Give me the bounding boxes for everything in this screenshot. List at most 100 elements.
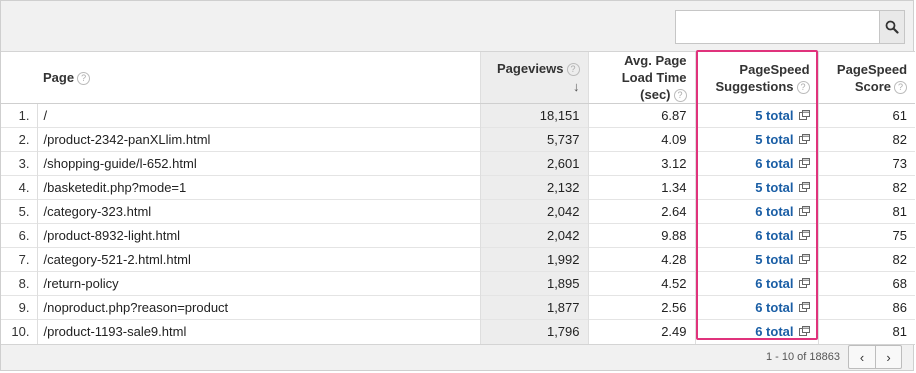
data-table: Page? Pageviews? ↓ Avg. Page Load Time (… [1,52,916,344]
row-index: 9. [1,295,37,320]
search-input[interactable] [675,10,879,44]
load-time-cell: 2.64 [587,199,696,224]
search-icon [885,20,899,34]
previous-page-button[interactable]: ‹ [849,346,875,368]
column-header-page[interactable]: Page? [1,52,481,104]
row-index: 2. [1,127,37,152]
help-icon[interactable]: ? [566,63,580,77]
data-table-container: Page? Pageviews? ↓ Avg. Page Load Time (… [1,51,916,345]
table-row: 2./product-2342-panXLlim.html 5,737 4.09 5 … [1,127,916,152]
table-row: 7./category-521-2.html.html 1,992 4.28 5 to… [1,247,916,272]
pageviews-cell: 2,132 [479,175,589,200]
load-time-cell: 9.88 [587,223,696,248]
page-link[interactable]: /product-2342-panXLlim.html [36,127,481,152]
suggestions-link[interactable]: 5 total [755,132,793,147]
suggestions-link[interactable]: 5 total [755,252,793,267]
suggestions-link[interactable]: 5 total [755,108,793,123]
help-icon[interactable]: ? [894,80,908,94]
pageviews-cell: 2,042 [479,223,589,248]
pageviews-cell: 1,877 [479,295,589,320]
table-row: 5./category-323.html 2,042 2.64 6 total 81 [1,199,916,224]
load-time-cell: 2.56 [587,295,696,320]
suggestions-link[interactable]: 6 total [755,300,793,315]
report-frame: Page? Pageviews? ↓ Avg. Page Load Time (… [0,0,916,371]
suggestions-cell: 6 total [694,199,819,224]
external-link-icon[interactable] [798,301,810,312]
load-time-cell: 2.49 [587,319,696,344]
next-page-button[interactable]: › [875,346,901,368]
suggestions-link[interactable]: 5 total [755,180,793,195]
external-link-icon[interactable] [798,325,810,336]
external-link-icon[interactable] [798,229,810,240]
suggestions-cell: 5 total [694,103,819,128]
score-cell: 82 [817,127,916,152]
page-link[interactable]: /return-policy [36,271,481,296]
score-cell: 86 [817,295,916,320]
column-header-suggestions[interactable]: PageSpeed Suggestions? [694,52,819,104]
external-link-icon[interactable] [798,277,810,288]
score-cell: 68 [817,271,916,296]
suggestions-link[interactable]: 6 total [755,228,793,243]
load-time-cell: 4.52 [587,271,696,296]
table-row: 9./noproduct.php?reason=product 1,877 2.56… [1,295,916,320]
page-link[interactable]: /product-1193-sale9.html [36,319,481,344]
pageviews-cell: 18,151 [479,103,589,128]
score-cell: 75 [817,223,916,248]
score-cell: 82 [817,247,916,272]
page-link[interactable]: /product-8932-light.html [36,223,481,248]
table-row: 10./product-1193-sale9.html 1,796 2.49 6 to… [1,319,916,344]
row-index: 7. [1,247,37,272]
table-row: 3./shopping-guide/l-652.html 2,601 3.12 6 t… [1,151,916,176]
row-index: 6. [1,223,37,248]
search-button[interactable] [879,10,905,44]
score-cell: 81 [817,319,916,344]
column-header-pageviews[interactable]: Pageviews? ↓ [479,52,589,104]
page-link[interactable]: /noproduct.php?reason=product [36,295,481,320]
column-header-load-time[interactable]: Avg. Page Load Time (sec)? [587,52,696,104]
load-time-cell: 6.87 [587,103,696,128]
suggestions-link[interactable]: 6 total [755,156,793,171]
row-index: 3. [1,151,37,176]
external-link-icon[interactable] [798,181,810,192]
row-index: 8. [1,271,37,296]
page-link[interactable]: /category-521-2.html.html [36,247,481,272]
column-header-label: PageSpeed Suggestions [715,61,810,94]
row-index: 5. [1,199,37,224]
load-time-cell: 3.12 [587,151,696,176]
external-link-icon[interactable] [798,157,810,168]
external-link-icon[interactable] [798,109,810,120]
suggestions-cell: 5 total [694,247,819,272]
column-header-score[interactable]: PageSpeed Score? [817,52,916,104]
pageviews-cell: 2,601 [479,151,589,176]
table-row: 6./product-8932-light.html 2,042 9.88 6 tot… [1,223,916,248]
suggestions-link[interactable]: 6 total [755,324,793,339]
help-icon[interactable]: ? [77,72,91,86]
table-row: 4./basketedit.php?mode=1 2,132 1.34 5 total… [1,175,916,200]
row-index: 1. [18,108,30,123]
suggestions-link[interactable]: 6 total [755,204,793,219]
external-link-icon[interactable] [798,205,810,216]
pagination-buttons: ‹ › [848,345,902,369]
suggestions-link[interactable]: 6 total [755,276,793,291]
score-cell: 73 [817,151,916,176]
help-icon[interactable]: ? [673,89,687,103]
load-time-cell: 4.09 [587,127,696,152]
page-link[interactable]: /category-323.html [36,199,481,224]
suggestions-cell: 5 total [694,127,819,152]
pageviews-cell: 5,737 [479,127,589,152]
suggestions-cell: 6 total [694,223,819,248]
external-link-icon[interactable] [798,133,810,144]
page-link[interactable]: /basketedit.php?mode=1 [36,175,481,200]
page-link[interactable]: / [36,103,481,128]
column-header-label: Pageviews [497,60,564,76]
suggestions-cell: 6 total [694,319,819,344]
external-link-icon[interactable] [798,253,810,264]
column-header-label: Page [43,70,75,85]
pageviews-cell: 1,992 [479,247,589,272]
help-icon[interactable]: ? [796,80,810,94]
pageviews-cell: 2,042 [479,199,589,224]
page-link[interactable]: /shopping-guide/l-652.html [36,151,481,176]
sort-down-arrow-icon: ↓ [573,79,580,95]
table-header-row: Page? Pageviews? ↓ Avg. Page Load Time (… [1,52,916,104]
score-cell: 82 [817,175,916,200]
